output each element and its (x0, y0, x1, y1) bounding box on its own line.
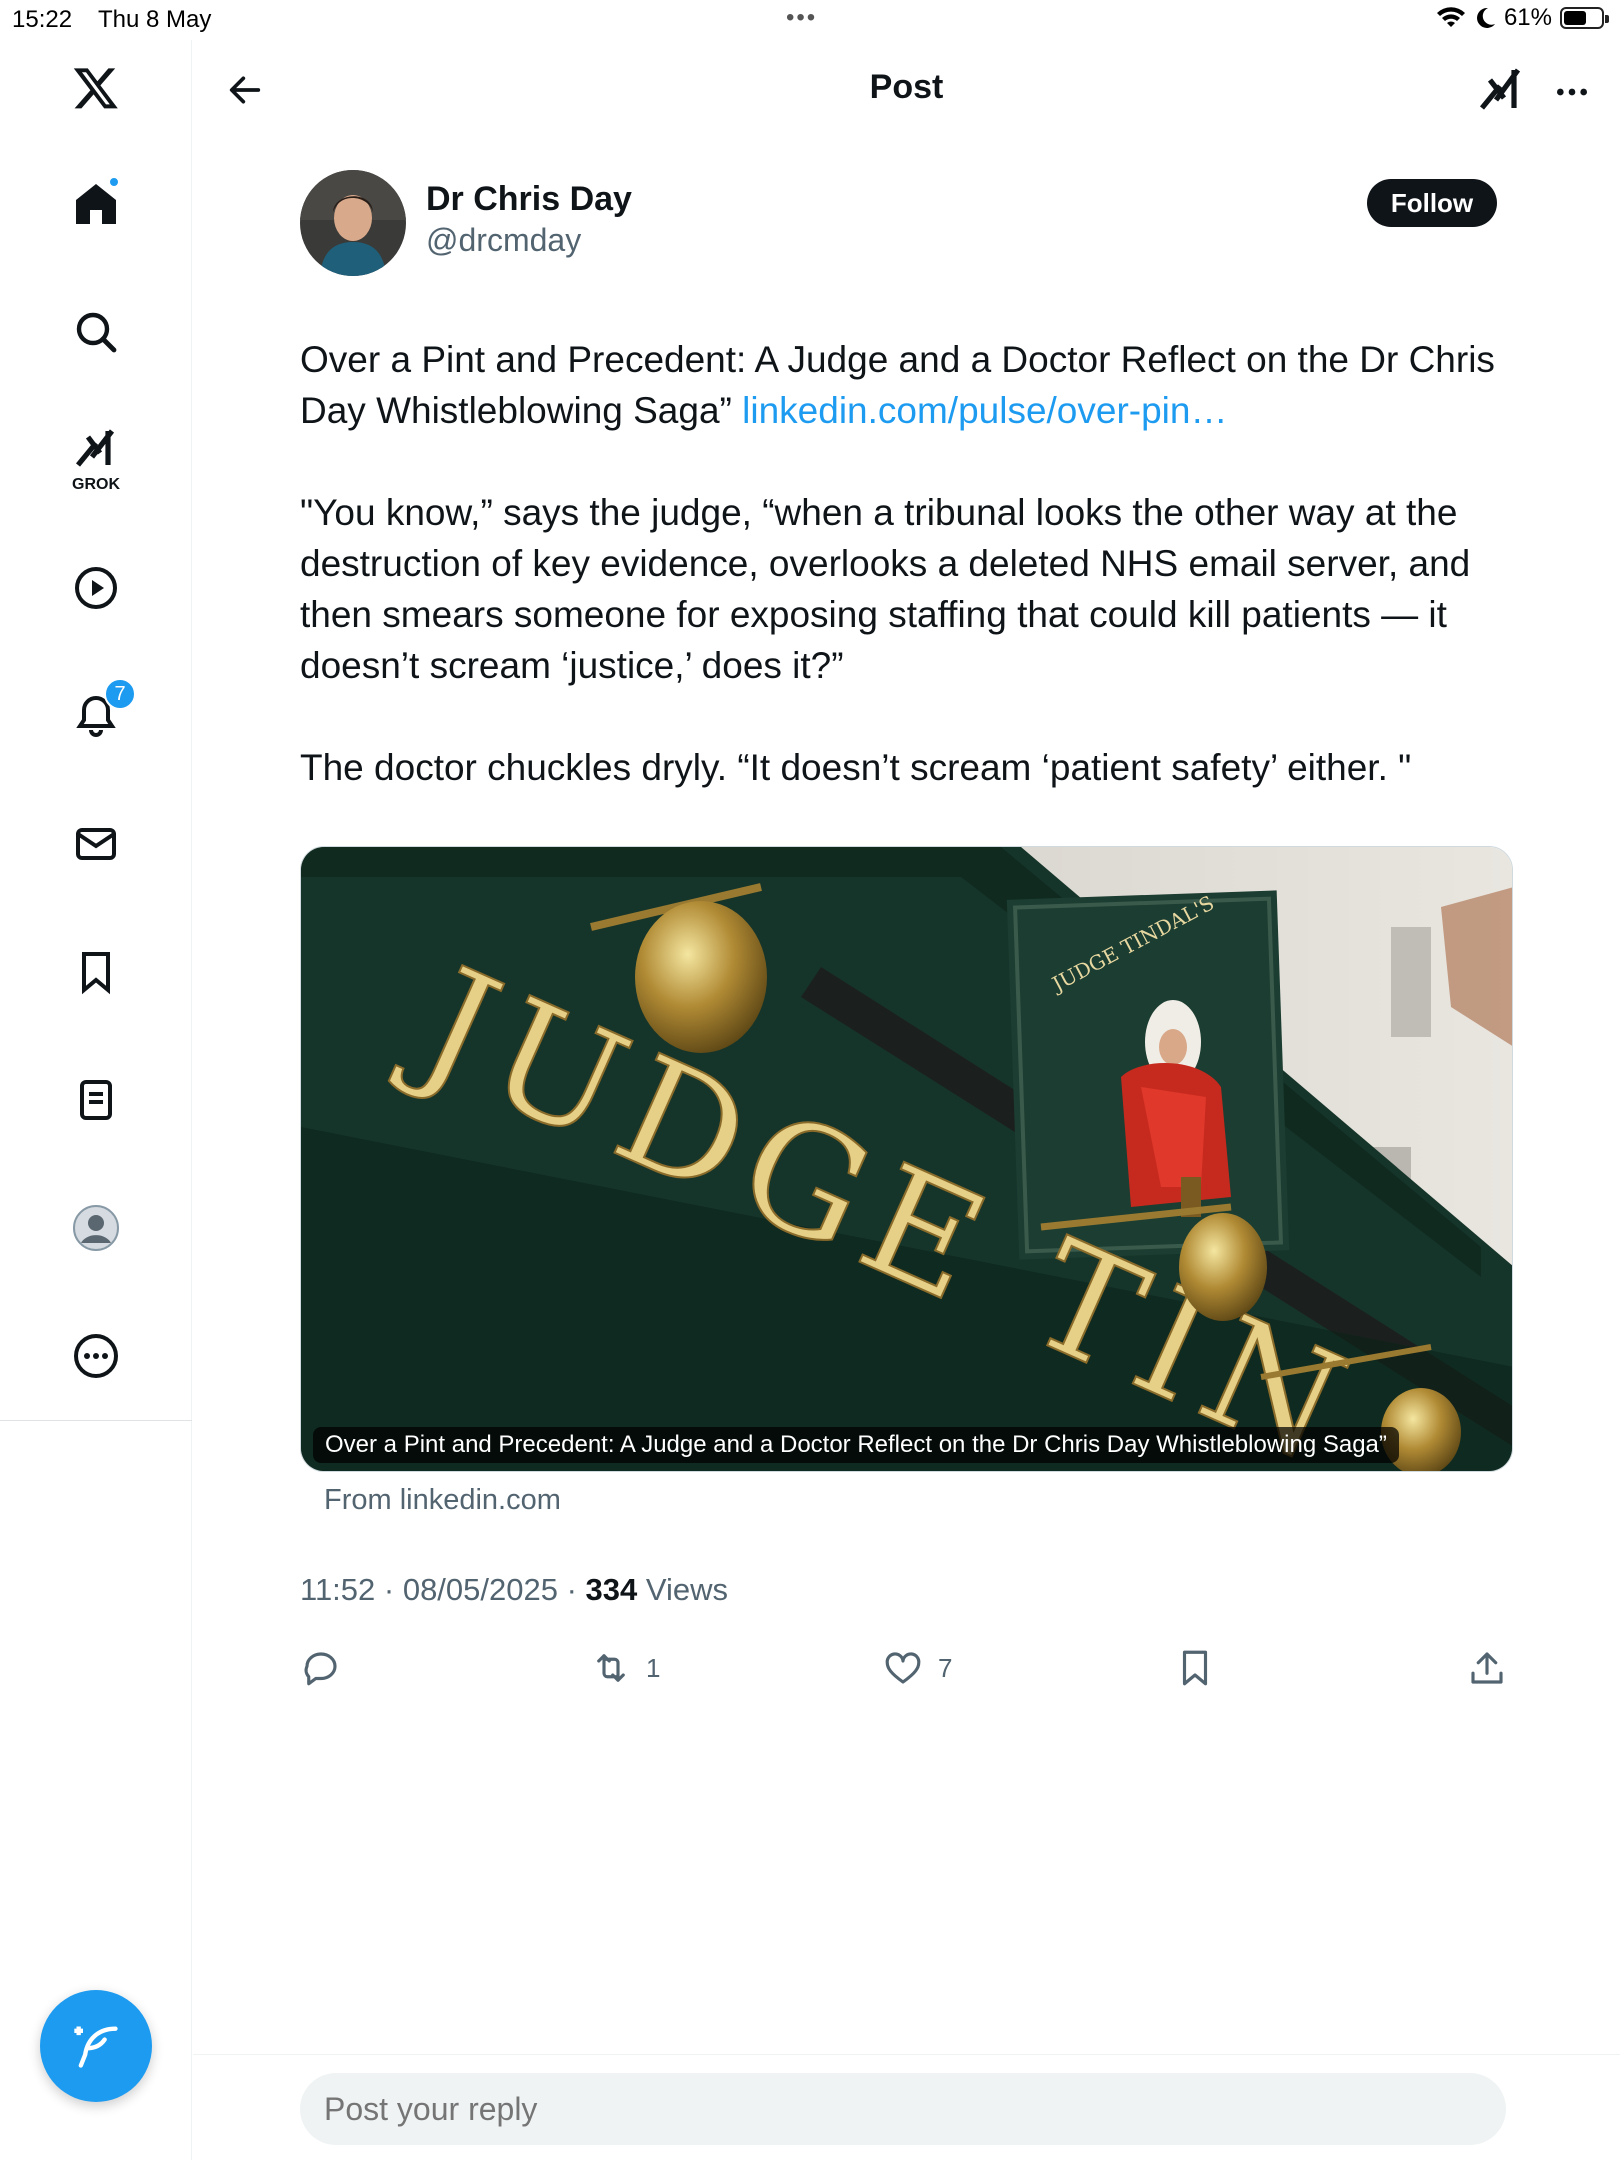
status-date: Thu 8 May (98, 6, 212, 33)
reply-button[interactable] (300, 1640, 342, 1696)
lists-icon[interactable] (60, 1064, 132, 1136)
post-text: Over a Pint and Precedent: A Judge and a… (300, 334, 1510, 844)
grok-label: GROK (72, 476, 120, 493)
search-icon[interactable] (60, 296, 132, 368)
author-handle[interactable]: @drcmday (426, 222, 581, 259)
grok-top-button[interactable] (1476, 64, 1524, 121)
bookmark-button[interactable] (1174, 1640, 1216, 1696)
author-name[interactable]: Dr Chris Day (426, 180, 632, 219)
like-count: 7 (938, 1652, 953, 1683)
post-meta: 11:52 · 08/05/2025 · 334 Views (300, 1572, 728, 1608)
post-author: Dr Chris Day @drcmday Follow (300, 170, 1500, 280)
post-paragraph-3: The doctor chuckles dryly. “It doesn’t s… (300, 747, 1412, 788)
grok-icon (1479, 68, 1521, 110)
card-image: JUDGE TINDAL'S JUDGE TIN (301, 847, 1512, 1471)
compose-post-button[interactable] (40, 1990, 152, 2102)
post-timestamp[interactable]: 11:52 · 08/05/2025 · (300, 1572, 586, 1607)
moon-icon (1476, 7, 1495, 28)
repost-button[interactable]: 1 (590, 1640, 660, 1696)
follow-button[interactable]: Follow (1367, 179, 1497, 227)
link-card[interactable]: JUDGE TINDAL'S JUDGE TIN Over a Pint and… (300, 846, 1513, 1472)
reply-bar (193, 2054, 1620, 2160)
share-button[interactable] (1466, 1640, 1508, 1696)
notifications-icon[interactable]: 7 (60, 678, 136, 752)
grok-icon[interactable]: GROK (60, 420, 132, 493)
status-right: 61% (1436, 4, 1609, 32)
page-title: Post (869, 68, 944, 106)
post-paragraph-2: "You know,” says the judge, “when a trib… (300, 492, 1471, 686)
multitasking-dots-icon[interactable]: ••• (786, 4, 817, 32)
video-icon[interactable] (60, 552, 132, 624)
home-icon[interactable] (60, 168, 132, 240)
sidebar-divider (0, 1420, 192, 1421)
reply-icon (304, 1652, 337, 1686)
bookmark-icon (1182, 1650, 1208, 1686)
bookmarks-icon[interactable] (60, 936, 132, 1008)
views-label: Views (637, 1572, 729, 1607)
wifi-icon (1436, 7, 1465, 28)
post-paragraph-1: Over a Pint and Precedent: A Judge and a… (300, 334, 1510, 436)
like-button[interactable]: 7 (882, 1640, 952, 1696)
share-icon (1471, 1652, 1503, 1684)
battery-icon (1560, 7, 1609, 29)
repost-count: 1 (646, 1652, 661, 1683)
compose-feather-icon (74, 2026, 118, 2068)
post-link[interactable]: linkedin.com/pulse/over-pin… (742, 390, 1227, 431)
reply-input[interactable] (300, 2073, 1506, 2145)
card-caption: Over a Pint and Precedent: A Judge and a… (313, 1427, 1399, 1463)
battery-fill (1564, 11, 1586, 25)
ellipsis-icon (1557, 88, 1587, 96)
post-actions: 1 7 (300, 1640, 1510, 1696)
avatar[interactable] (300, 170, 406, 276)
home-badge-dot (108, 176, 120, 188)
messages-icon[interactable] (60, 808, 132, 880)
more-options-button[interactable] (1544, 64, 1600, 120)
post-header: Post (193, 40, 1620, 140)
profile-icon[interactable] (60, 1192, 132, 1264)
views-count: 334 (585, 1572, 638, 1607)
card-source[interactable]: From linkedin.com (324, 1484, 561, 1517)
sidebar: GROK 7 (0, 40, 192, 2160)
heart-icon (885, 1652, 921, 1684)
x-logo-icon[interactable] (60, 52, 132, 124)
status-time: 15:22 (12, 6, 73, 33)
status-bar: 15:22 Thu 8 May ••• 61% (0, 0, 1620, 40)
repost-icon (597, 1654, 625, 1682)
notifications-badge: 7 (104, 678, 136, 710)
battery-percent: 61% (1503, 4, 1552, 31)
more-icon[interactable] (60, 1320, 132, 1392)
